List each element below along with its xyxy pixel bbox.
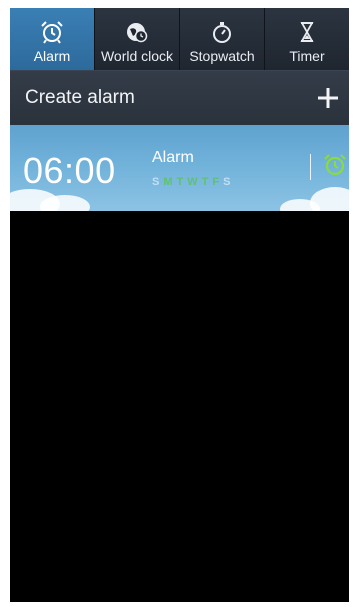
tab-label: Stopwatch <box>189 48 255 64</box>
globe-clock-icon <box>124 19 150 45</box>
create-alarm-label: Create alarm <box>25 87 135 108</box>
alarm-name: Alarm <box>152 149 194 166</box>
alarm-clock-icon <box>322 152 348 183</box>
day-monday: M <box>163 176 173 188</box>
day-saturday: S <box>223 176 231 188</box>
divider <box>310 154 311 180</box>
day-thursday: T <box>201 176 209 188</box>
tab-stopwatch[interactable]: Stopwatch <box>180 8 265 70</box>
repeat-days: S M T W T F S <box>152 176 230 188</box>
tab-label: Alarm <box>33 48 71 64</box>
clock-app-screen: Alarm World clock Stopwatch Timer Create… <box>10 8 349 602</box>
tab-label: Timer <box>289 48 325 64</box>
hourglass-icon <box>294 19 320 45</box>
tab-timer[interactable]: Timer <box>265 8 349 70</box>
alarm-toggle[interactable] <box>322 152 349 182</box>
plus-icon[interactable] <box>313 83 343 113</box>
alarm-list-item[interactable]: 06:00 Alarm S M T W T F S <box>10 125 349 211</box>
tab-alarm[interactable]: Alarm <box>10 8 95 70</box>
create-alarm-button[interactable]: Create alarm <box>10 71 349 125</box>
day-friday: F <box>212 176 220 188</box>
tab-world-clock[interactable]: World clock <box>95 8 180 70</box>
alarm-clock-icon <box>39 19 65 45</box>
day-sunday: S <box>152 176 160 188</box>
stopwatch-icon <box>209 19 235 45</box>
day-wednesday: W <box>187 176 198 188</box>
alarm-time: 06:00 <box>23 150 116 191</box>
tab-label: World clock <box>100 48 174 64</box>
tab-bar: Alarm World clock Stopwatch Timer <box>10 8 349 71</box>
day-tuesday: T <box>176 176 184 188</box>
cloud-decoration <box>40 195 90 211</box>
